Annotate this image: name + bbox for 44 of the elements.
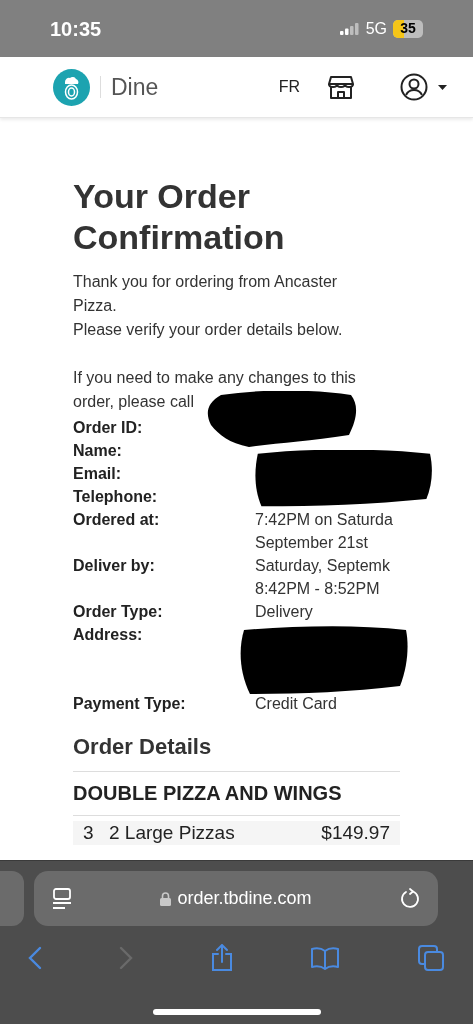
detail-label: Ordered at: [73,510,161,530]
signal-icon [339,22,360,35]
detail-label: Payment Type: [73,694,187,714]
network-label: 5G [365,18,387,39]
account-icon[interactable] [400,73,428,101]
detail-label: Address: [73,625,144,645]
back-icon[interactable] [28,946,42,970]
detail-value: 8:42PM - 8:52PM [255,579,381,599]
detail-label: Order ID: [73,418,144,438]
url-text[interactable]: order.tbdine.com [177,885,312,912]
detail-value: Saturday, Septemk [255,556,391,576]
contact-note: If you need to make any changes to this order, please call [73,368,357,412]
item-price: $149.97 [321,821,390,845]
detail-value: Delivery [255,602,314,622]
page-title: Your Order Confirmation [73,176,286,258]
store-icon[interactable] [328,74,354,100]
detail-value: 7:42PM on Saturda [255,510,394,530]
language-link[interactable]: FR [278,75,300,99]
reader-icon[interactable] [52,887,72,910]
detail-label: Order Type: [73,602,164,622]
detail-label: Deliver by: [73,556,156,576]
intro-text: Please verify your order details below. [73,320,344,340]
detail-label: Name: [73,441,123,461]
lock-icon [160,891,172,906]
detail-value: Credit Card [255,694,338,714]
bookmarks-icon[interactable] [310,946,341,970]
detail-label: Email: [73,464,122,484]
tabs-icon[interactable] [417,944,445,972]
status-time: 10:35 [50,16,102,42]
logo-icon[interactable] [53,68,90,106]
share-icon[interactable] [209,944,234,972]
reload-icon[interactable] [400,887,420,910]
caret-icon[interactable] [438,84,447,90]
previous-tab-bar [0,871,24,926]
forward-icon[interactable] [118,946,133,970]
item-name: 2 Large Pizzas [109,821,236,845]
detail-value: September 21st [255,533,369,553]
category-heading: DOUBLE PIZZA AND WINGS [73,780,400,816]
intro-text: Thank you for ordering from Ancaster Pizza. [73,272,339,316]
item-quantity: 3 [83,821,95,845]
detail-label: Telephone: [73,487,159,507]
address-bar[interactable]: order.tbdine.com [34,871,438,926]
section-heading: Order Details [73,733,400,772]
brand-name[interactable]: Dine [111,69,159,105]
